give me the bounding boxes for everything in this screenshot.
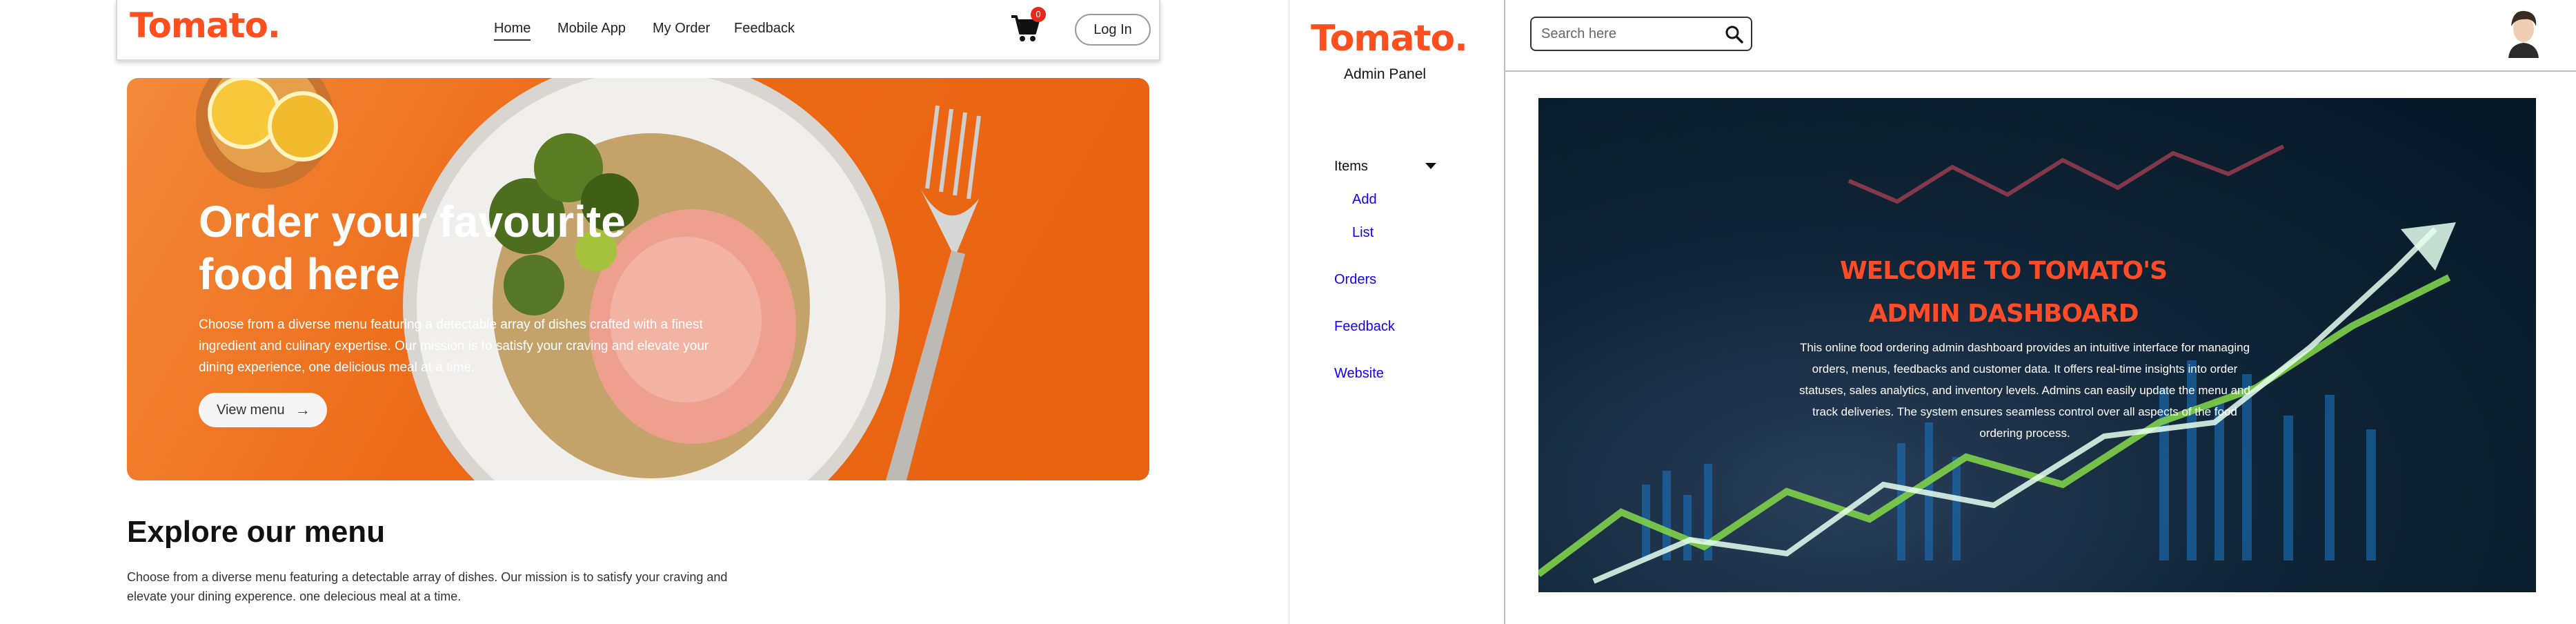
sidebar-item-feedback[interactable]: Feedback [1334, 319, 1395, 335]
lemon-bowl [196, 78, 338, 188]
welcome-title: WELCOME TO TOMATO'S ADMIN DASHBOARD [1839, 257, 2168, 328]
sidebar-item-items[interactable]: Items [1334, 159, 1368, 175]
explore-title: Explore our menu [127, 515, 386, 549]
sidebar-item-orders[interactable]: Orders [1334, 272, 1376, 288]
hero-description: Choose from a diverse menu featuring a d… [199, 318, 709, 375]
admin-topbar [1505, 0, 2576, 72]
admin-panel-label: Admin Panel [1344, 66, 1427, 82]
sidebar-border [1504, 0, 1505, 624]
welcome-description: This online food ordering admin dashboar… [1799, 341, 2250, 440]
red-candles-line [1847, 144, 2285, 204]
login-button[interactable]: Log In [1075, 14, 1151, 46]
explore-description: Choose from a diverse menu featuring a d… [127, 570, 728, 603]
site-logo[interactable]: Tomato. [130, 6, 281, 46]
search-input[interactable] [1541, 23, 1714, 44]
nav-feedback[interactable]: Feedback [734, 21, 795, 37]
user-avatar[interactable] [2503, 6, 2544, 58]
customer-site: Tomato. Home Mobile App My Order Feedbac… [0, 0, 1290, 624]
nav-my-order[interactable]: My Order [653, 21, 710, 37]
caret-down-icon[interactable] [1425, 163, 1436, 169]
admin-sidebar: Tomato. Admin Panel Items Add List Order… [1290, 0, 1504, 624]
arrow-right-icon: → [295, 401, 310, 418]
nav-mobile-app[interactable]: Mobile App [557, 21, 626, 37]
hero-banner: Order your favourite food here Choose fr… [127, 78, 1149, 480]
view-menu-label: View menu [217, 402, 285, 418]
sidebar-item-list[interactable]: List [1352, 225, 1374, 241]
dashboard-hero: WELCOME TO TOMATO'S ADMIN DASHBOARD This… [1538, 98, 2536, 592]
admin-logo: Tomato. [1311, 18, 1468, 59]
fork [886, 105, 981, 480]
site-navbar: Tomato. Home Mobile App My Order Feedbac… [116, 0, 1160, 61]
search-icon[interactable] [1725, 25, 1744, 44]
view-menu-button[interactable]: View menu → [199, 393, 327, 427]
nav-home[interactable]: Home [494, 21, 531, 41]
sidebar-item-website[interactable]: Website [1334, 366, 1384, 382]
trend-arrow-head [2401, 222, 2456, 271]
sidebar-item-add[interactable]: Add [1352, 192, 1377, 208]
cart-count-badge: 0 [1031, 7, 1046, 22]
hero-title: Order your favourite food here [199, 197, 626, 299]
search-box [1530, 17, 1752, 51]
